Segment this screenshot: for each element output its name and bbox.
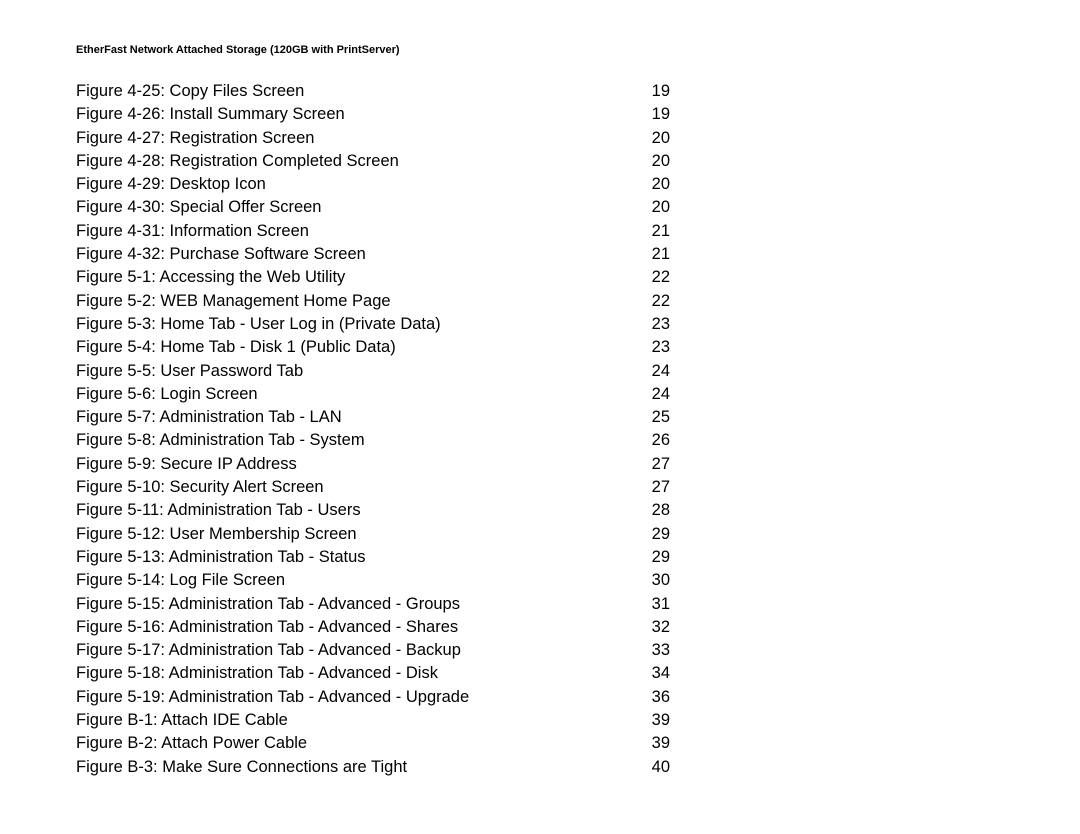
toc-page-number: 29	[640, 546, 980, 569]
toc-page-number: 24	[640, 360, 980, 383]
toc-row: Figure 5-2: WEB Management Home Page 22	[76, 290, 980, 313]
toc-row: Figure 5-19: Administration Tab - Advanc…	[76, 686, 980, 709]
toc-label: Figure 4-27: Registration Screen	[76, 127, 314, 150]
toc-label: Figure 4-29: Desktop Icon	[76, 173, 266, 196]
toc-page-number: 39	[640, 709, 980, 732]
toc-page-number: 20	[640, 127, 980, 150]
toc-row: Figure B-3: Make Sure Connections are Ti…	[76, 756, 980, 779]
toc-page-number: 28	[640, 499, 980, 522]
toc-page-number: 26	[640, 429, 980, 452]
toc-page-number: 19	[640, 103, 980, 126]
toc-row: Figure 5-3: Home Tab - User Log in (Priv…	[76, 313, 980, 336]
toc-page-number: 25	[640, 406, 980, 429]
toc-page-number: 36	[640, 686, 980, 709]
toc-row: Figure 5-16: Administration Tab - Advanc…	[76, 616, 980, 639]
toc-page-number: 21	[640, 243, 980, 266]
toc-label: Figure 5-9: Secure IP Address	[76, 453, 297, 476]
toc-label: Figure 4-31: Information Screen	[76, 220, 309, 243]
toc-page-number: 22	[640, 266, 980, 289]
toc-label: Figure 5-11: Administration Tab - Users	[76, 499, 361, 522]
toc-label: Figure 5-7: Administration Tab - LAN	[76, 406, 342, 429]
toc-row: Figure 5-7: Administration Tab - LAN 25	[76, 406, 980, 429]
toc-row: Figure 5-4: Home Tab - Disk 1 (Public Da…	[76, 336, 980, 359]
toc-label: Figure 5-16: Administration Tab - Advanc…	[76, 616, 458, 639]
toc-label: Figure 5-3: Home Tab - User Log in (Priv…	[76, 313, 441, 336]
toc-row: Figure 5-5: User Password Tab 24	[76, 360, 980, 383]
toc-row: Figure 5-13: Administration Tab - Status…	[76, 546, 980, 569]
toc-row: Figure 5-8: Administration Tab - System 2…	[76, 429, 980, 452]
toc-page-number: 31	[640, 593, 980, 616]
toc-row: Figure 5-1: Accessing the Web Utility 22	[76, 266, 980, 289]
toc-row: Figure 4-32: Purchase Software Screen 21	[76, 243, 980, 266]
table-of-contents: Figure 4-25: Copy Files Screen19Figure 4…	[76, 80, 980, 779]
toc-page-number: 29	[640, 523, 980, 546]
toc-label: Figure 5-12: User Membership Screen	[76, 523, 357, 546]
toc-page-number: 19	[640, 80, 980, 103]
toc-row: Figure 4-28: Registration Completed Scre…	[76, 150, 980, 173]
toc-label: Figure 4-32: Purchase Software Screen	[76, 243, 366, 266]
toc-row: Figure 5-9: Secure IP Address 27	[76, 453, 980, 476]
toc-page-number: 20	[640, 196, 980, 219]
toc-row: Figure 5-6: Login Screen 24	[76, 383, 980, 406]
toc-label: Figure 5-14: Log File Screen	[76, 569, 285, 592]
toc-label: Figure 5-19: Administration Tab - Advanc…	[76, 686, 469, 709]
document-page: EtherFast Network Attached Storage (120G…	[0, 0, 1080, 779]
toc-label: Figure B-2: Attach Power Cable	[76, 732, 307, 755]
toc-label: Figure B-1: Attach IDE Cable	[76, 709, 288, 732]
toc-row: Figure 4-30: Special Offer Screen 20	[76, 196, 980, 219]
page-header: EtherFast Network Attached Storage (120G…	[76, 44, 980, 56]
toc-label: Figure 4-25: Copy Files Screen	[76, 80, 304, 103]
toc-page-number: 20	[640, 150, 980, 173]
toc-label: Figure 5-13: Administration Tab - Status	[76, 546, 366, 569]
toc-row: Figure 5-17: Administration Tab - Advanc…	[76, 639, 980, 662]
toc-label: Figure 5-5: User Password Tab	[76, 360, 303, 383]
toc-label: Figure 4-28: Registration Completed Scre…	[76, 150, 399, 173]
toc-page-number: 27	[640, 476, 980, 499]
toc-page-number: 23	[640, 313, 980, 336]
toc-label: Figure 5-8: Administration Tab - System	[76, 429, 365, 452]
toc-page-number: 32	[640, 616, 980, 639]
toc-row: Figure 5-18: Administration Tab - Advanc…	[76, 662, 980, 685]
toc-page-number: 40	[640, 756, 980, 779]
toc-page-number: 33	[640, 639, 980, 662]
toc-page-number: 39	[640, 732, 980, 755]
toc-page-number: 24	[640, 383, 980, 406]
toc-row: Figure 5-15: Administration Tab - Advanc…	[76, 593, 980, 616]
toc-page-number: 21	[640, 220, 980, 243]
toc-row: Figure 5-10: Security Alert Screen 27	[76, 476, 980, 499]
toc-label: Figure 5-6: Login Screen	[76, 383, 258, 406]
toc-row: Figure 5-12: User Membership Screen 29	[76, 523, 980, 546]
toc-label: Figure 5-18: Administration Tab - Advanc…	[76, 662, 438, 685]
toc-page-number: 20	[640, 173, 980, 196]
toc-label: Figure 5-15: Administration Tab - Advanc…	[76, 593, 460, 616]
toc-page-number: 23	[640, 336, 980, 359]
toc-label: Figure 4-30: Special Offer Screen	[76, 196, 322, 219]
toc-row: Figure 4-26: Install Summary Screen 19	[76, 103, 980, 126]
toc-label: Figure 5-4: Home Tab - Disk 1 (Public Da…	[76, 336, 396, 359]
toc-label: Figure B-3: Make Sure Connections are Ti…	[76, 756, 407, 779]
toc-row: Figure B-1: Attach IDE Cable 39	[76, 709, 980, 732]
toc-row: Figure 4-29: Desktop Icon 20	[76, 173, 980, 196]
toc-row: Figure 5-14: Log File Screen 30	[76, 569, 980, 592]
toc-page-number: 30	[640, 569, 980, 592]
toc-page-number: 34	[640, 662, 980, 685]
toc-row: Figure 4-31: Information Screen 21	[76, 220, 980, 243]
toc-label: Figure 5-2: WEB Management Home Page	[76, 290, 391, 313]
toc-label: Figure 5-1: Accessing the Web Utility	[76, 266, 345, 289]
toc-page-number: 27	[640, 453, 980, 476]
toc-label: Figure 5-17: Administration Tab - Advanc…	[76, 639, 461, 662]
toc-label: Figure 5-10: Security Alert Screen	[76, 476, 324, 499]
toc-row: Figure 4-25: Copy Files Screen 19	[76, 80, 980, 103]
toc-label: Figure 4-26: Install Summary Screen	[76, 103, 345, 126]
toc-row: Figure 5-11: Administration Tab - Users 2…	[76, 499, 980, 522]
toc-page-number: 22	[640, 290, 980, 313]
toc-row: Figure B-2: Attach Power Cable 39	[76, 732, 980, 755]
toc-row: Figure 4-27: Registration Screen 20	[76, 127, 980, 150]
